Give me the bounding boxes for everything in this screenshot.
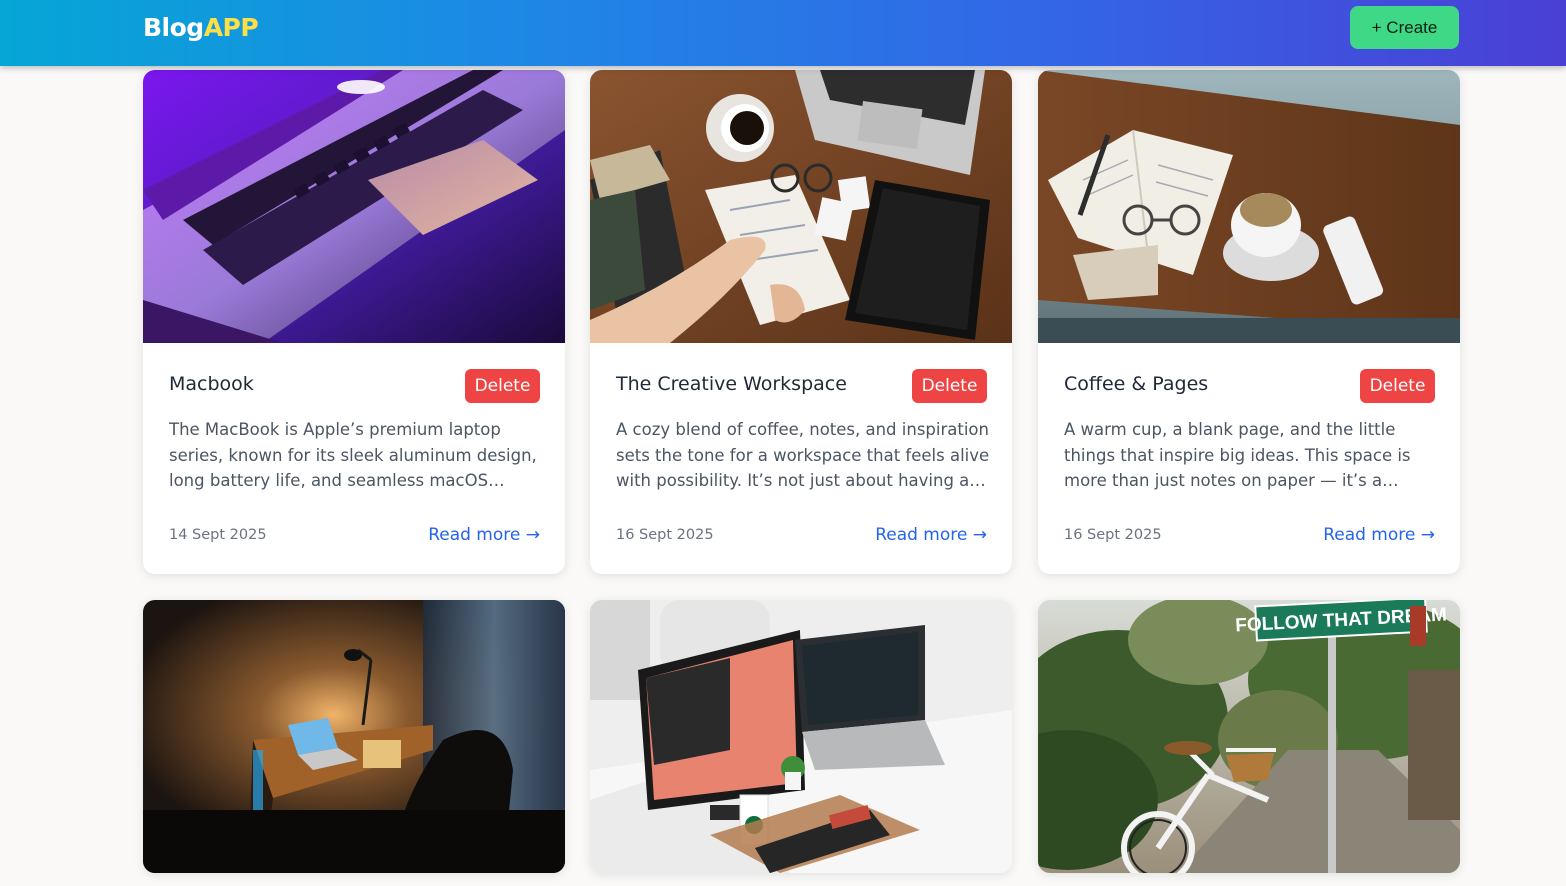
- post-date: 16 Sept 2025: [1064, 527, 1162, 543]
- logo-accent-text: APP: [203, 13, 259, 42]
- post-card: FOLLOW THAT DREAM: [1038, 600, 1460, 873]
- post-excerpt: A warm cup, a blank page, and the little…: [1064, 420, 1411, 490]
- post-image-bicycle-street[interactable]: FOLLOW THAT DREAM: [1038, 600, 1460, 873]
- post-date: 16 Sept 2025: [616, 527, 714, 543]
- post-excerpt: A cozy blend of coffee, notes, and inspi…: [616, 420, 990, 490]
- read-more-link[interactable]: Read more →: [428, 525, 540, 545]
- post-card: Coffee & Pages Delete A warm cup, a blan…: [1038, 70, 1460, 574]
- post-image-night-desk[interactable]: [143, 600, 565, 873]
- logo-main-text: Blog: [143, 13, 204, 42]
- post-image-bright-desk[interactable]: [590, 600, 1012, 873]
- post-excerpt: The MacBook is Apple’s premium laptop se…: [169, 420, 537, 490]
- delete-post-button[interactable]: Delete: [912, 369, 987, 403]
- app-logo[interactable]: BlogAPP: [143, 13, 259, 42]
- post-card: [590, 600, 1012, 873]
- post-title[interactable]: The Creative Workspace: [616, 373, 847, 395]
- post-title[interactable]: Coffee & Pages: [1064, 373, 1208, 395]
- post-card: The Creative Workspace Delete A cozy ble…: [590, 70, 1012, 574]
- read-more-link[interactable]: Read more →: [875, 525, 987, 545]
- post-date: 14 Sept 2025: [169, 527, 267, 543]
- post-image-macbook[interactable]: [143, 70, 565, 343]
- post-card: Macbook Delete The MacBook is Apple’s pr…: [143, 70, 565, 574]
- post-image-workspace[interactable]: [590, 70, 1012, 343]
- delete-post-button[interactable]: Delete: [465, 369, 540, 403]
- delete-post-button[interactable]: Delete: [1360, 369, 1435, 403]
- post-image-coffee-pages[interactable]: [1038, 70, 1460, 343]
- top-navbar: BlogAPP + Create: [0, 0, 1566, 66]
- post-card: [143, 600, 565, 873]
- create-post-button[interactable]: + Create: [1350, 6, 1459, 49]
- read-more-link[interactable]: Read more →: [1323, 525, 1435, 545]
- post-title[interactable]: Macbook: [169, 373, 254, 395]
